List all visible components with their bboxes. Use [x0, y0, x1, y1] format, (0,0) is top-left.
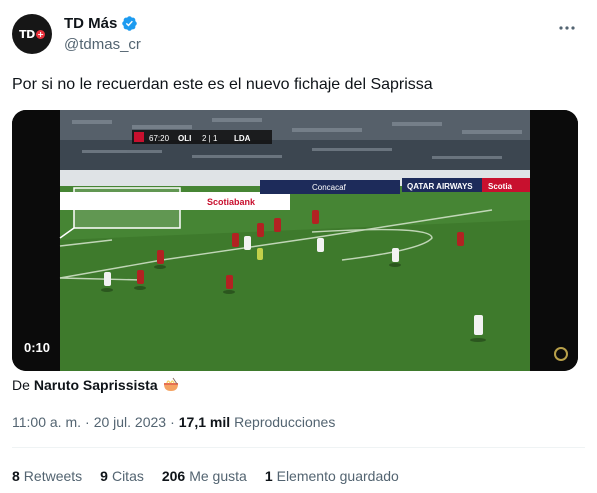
tweet-meta: 11:00 a. m. · 20 jul. 2023 · 17,1 mil Re…: [12, 414, 335, 430]
retweets-stat[interactable]: 8 Retweets: [12, 468, 82, 484]
scoreboard-score: 2 | 1: [202, 134, 218, 143]
loading-indicator-icon: [554, 347, 568, 361]
scoreboard-away: LDA: [234, 134, 251, 143]
banner-scotia-right: Scotia: [488, 182, 513, 191]
bookmarks-count: 1: [264, 468, 273, 484]
banner-qatar: QATAR AIRWAYS: [407, 182, 473, 191]
meta-separator: ·: [85, 414, 90, 430]
author-handle[interactable]: @tdmas_cr: [64, 36, 141, 53]
quotes-count: 9: [100, 468, 108, 484]
video-player[interactable]: Scotiabank QATAR AIRWAYS Concacaf Scotia: [12, 110, 578, 371]
avatar-text: TD: [19, 27, 35, 41]
views-label: Reproducciones: [234, 414, 336, 430]
video-frame: Scotiabank QATAR AIRWAYS Concacaf Scotia: [12, 110, 578, 371]
avatar[interactable]: TD +: [12, 14, 52, 54]
author-name-row: TD Más: [64, 15, 138, 32]
verified-badge-icon: [121, 15, 138, 32]
likes-label: Me gusta: [189, 468, 247, 484]
tweet-text: Por si no le recuerdan este es el nuevo …: [12, 76, 433, 93]
tweet-time[interactable]: 11:00 a. m.: [12, 414, 81, 430]
meta-separator: ·: [170, 414, 175, 430]
td-mas-logo: TD +: [19, 28, 45, 41]
views-count: 17,1 mil: [178, 414, 231, 430]
attribution-name[interactable]: Naruto Saprissista: [34, 377, 158, 393]
video-duration: 0:10: [24, 340, 51, 355]
scoreboard-time: 67:20: [149, 134, 170, 143]
attribution-prefix: De: [12, 377, 30, 393]
banner-scotiabank: Scotiabank: [207, 197, 256, 207]
bookmarks-label: Elemento guardado: [276, 468, 399, 484]
divider: [12, 447, 585, 448]
quotes-stat[interactable]: 9 Citas: [100, 468, 144, 484]
banner-concacaf: Concacaf: [312, 183, 347, 192]
engagement-stats: 8 Retweets 9 Citas 206 Me gusta 1 Elemen…: [12, 468, 399, 484]
bookmarks-stat[interactable]: 1 Elemento guardado: [265, 468, 399, 484]
likes-count: 206: [161, 468, 186, 484]
more-options-icon[interactable]: [557, 18, 577, 38]
tweet-date[interactable]: 20 jul. 2023: [94, 414, 166, 430]
tweet-card: TD + TD Más @tdmas_cr Por si no le recue…: [0, 0, 597, 493]
video-attribution: De Naruto Saprissista: [12, 377, 180, 393]
quotes-label: Citas: [111, 468, 144, 484]
likes-stat[interactable]: 206 Me gusta: [162, 468, 247, 484]
avatar-plus: +: [35, 29, 45, 39]
scoreboard-home: OLI: [178, 134, 191, 143]
ramen-bowl-icon: [162, 377, 180, 393]
retweets-label: Retweets: [23, 468, 83, 484]
author-display-name[interactable]: TD Más: [64, 15, 117, 32]
retweets-count: 8: [12, 468, 20, 484]
